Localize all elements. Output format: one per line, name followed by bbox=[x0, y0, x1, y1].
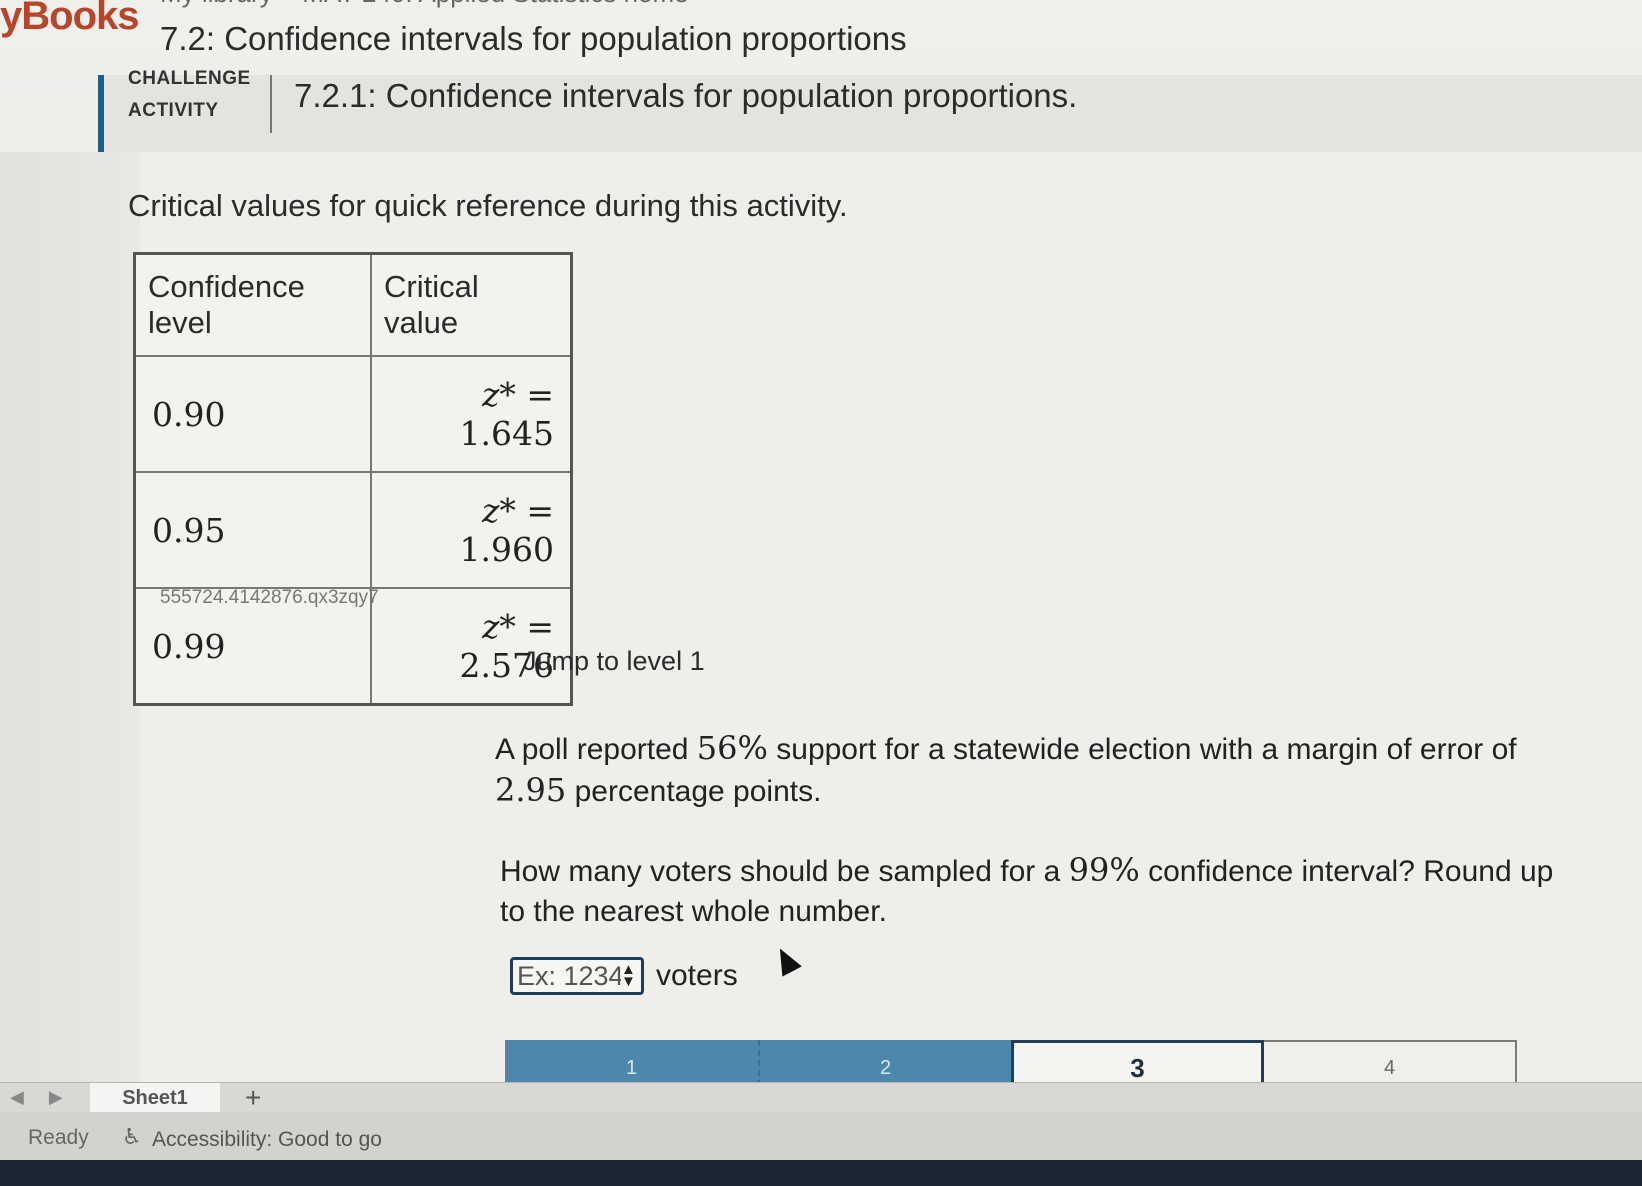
z-star-symbol: z* bbox=[481, 491, 516, 530]
q1-text-b: support for a statewide election with a … bbox=[767, 733, 1517, 766]
answer-field[interactable]: ▲▼ bbox=[510, 957, 644, 995]
jump-to-level-link[interactable]: Jump to level 1 bbox=[523, 646, 705, 677]
table-header-row: Confidence level Critical value bbox=[133, 252, 573, 357]
intro-text: Critical values for quick reference duri… bbox=[128, 188, 848, 223]
header-critical-value: Critical value bbox=[370, 252, 573, 357]
activity-divider bbox=[270, 75, 272, 133]
left-gutter bbox=[0, 152, 140, 1092]
answer-unit: voters bbox=[656, 959, 738, 992]
question-paragraph-1: A poll reported 56% support for a statew… bbox=[495, 728, 1555, 812]
q1-text-c: percentage points. bbox=[566, 775, 822, 808]
activity-kind-line1: CHALLENGE bbox=[128, 68, 251, 89]
z-star-symbol: z* bbox=[481, 375, 516, 414]
activity-kind-line2: ACTIVITY bbox=[128, 100, 219, 121]
critical-value-cell: z* = 1.645 bbox=[370, 355, 573, 473]
status-ready: Ready bbox=[28, 1126, 89, 1149]
activity-title: 7.2.1: Confidence intervals for populati… bbox=[294, 77, 1078, 114]
accessibility-status[interactable]: Accessibility: Good to go bbox=[152, 1128, 382, 1152]
spinner-icon[interactable]: ▲ ▼ bbox=[621, 962, 636, 989]
z-star-symbol: z* bbox=[481, 607, 516, 646]
critical-value-cell: z* = 1.960 bbox=[370, 471, 573, 589]
add-sheet-button[interactable]: + bbox=[245, 1083, 261, 1113]
confidence-level-cell: 0.95 bbox=[133, 471, 372, 589]
activity-kind-label: CHALLENGE ACTIVITY bbox=[128, 68, 251, 127]
critical-values-table: Confidence level Critical value 0.90 z* … bbox=[133, 252, 573, 706]
question-paragraph-2: How many voters should be sampled for a … bbox=[500, 850, 1560, 932]
q2-percent: 99% bbox=[1068, 851, 1140, 889]
confidence-level-cell: 0.90 bbox=[133, 355, 372, 473]
page: yBooks My library > MAT 240: Applied Sta… bbox=[0, 0, 1642, 1186]
q1-margin-of-error: 2.95 bbox=[495, 771, 567, 809]
q1-percent: 56% bbox=[696, 729, 768, 767]
accessibility-icon: ♿ bbox=[122, 1124, 142, 1149]
table-row: 0.95 z* = 1.960 bbox=[133, 471, 573, 589]
q2-text-a: How many voters should be sampled for a bbox=[500, 855, 1069, 888]
header-confidence-level: Confidence level bbox=[133, 252, 372, 357]
answer-row: ▲▼ voters bbox=[510, 957, 738, 995]
activity-header: CHALLENGE ACTIVITY 7.2.1: Confidence int… bbox=[98, 68, 1642, 153]
table-row: 0.90 z* = 1.645 bbox=[133, 355, 573, 473]
excel-sheet-bar: ◀ ▶ Sheet1 + bbox=[0, 1082, 1642, 1116]
taskbar bbox=[0, 1160, 1642, 1186]
section-title: 7.2: Confidence intervals for population… bbox=[160, 20, 907, 57]
breadcrumb[interactable]: My library > MAT 240: Applied Statistics… bbox=[160, 0, 711, 9]
voters-input[interactable] bbox=[517, 960, 621, 992]
q1-text-a: A poll reported bbox=[495, 733, 697, 766]
brand-logo[interactable]: yBooks bbox=[0, 0, 139, 39]
sheet-nav-arrows-icon[interactable]: ◀ ▶ bbox=[10, 1087, 73, 1108]
activity-identifier: 555724.4142876.qx3zqy7 bbox=[160, 587, 379, 608]
